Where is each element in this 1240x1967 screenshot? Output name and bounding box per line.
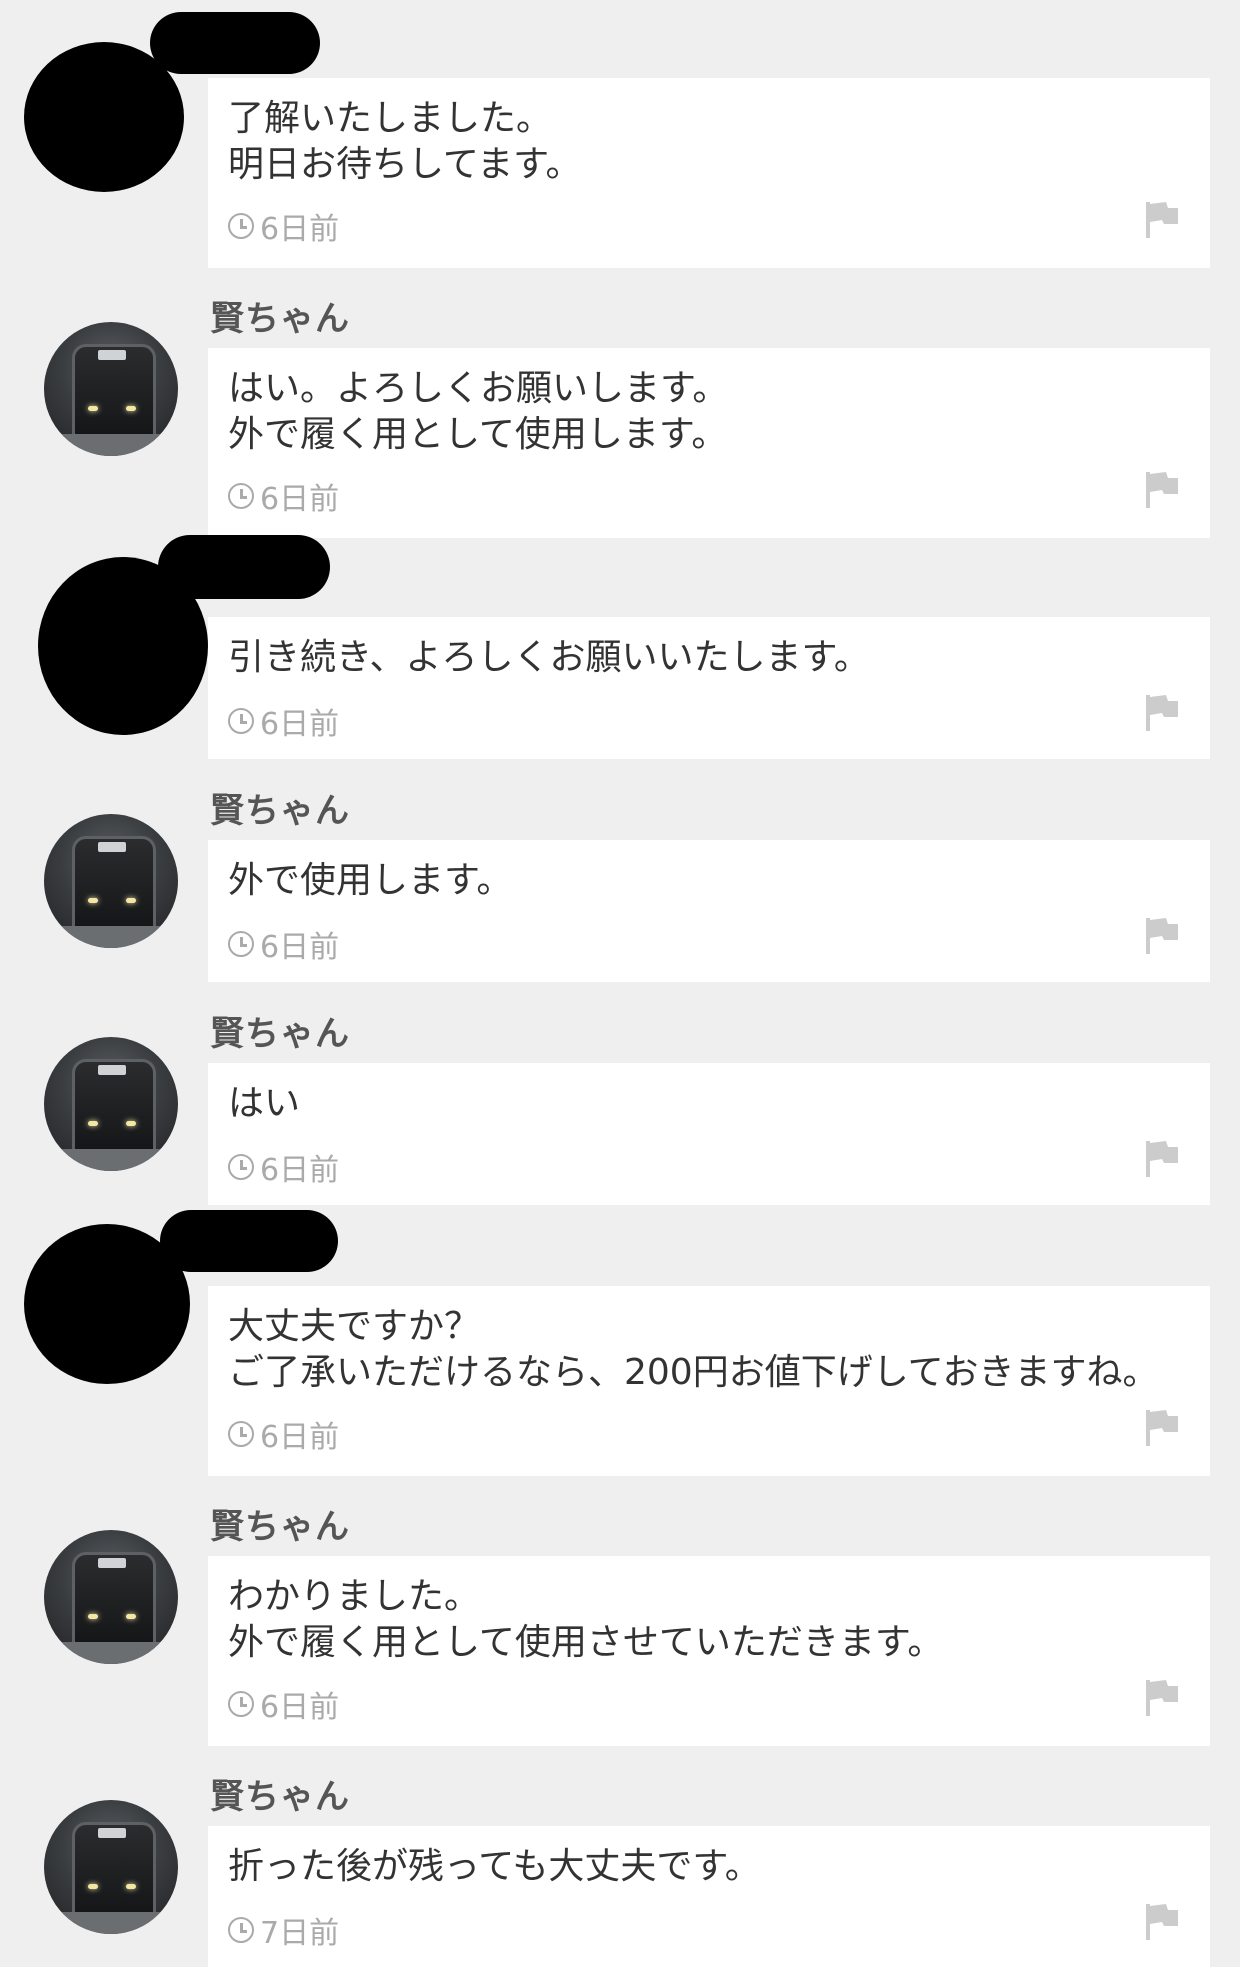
report-flag-icon[interactable] [1144,693,1180,733]
time-label: 6日前 [260,1420,340,1455]
clock-icon [228,708,254,734]
message-bubble: 引き続き、よろしくお願いいたします。 6日前 [208,617,1210,759]
message-time: 6日前 [228,922,339,966]
time-label: 6日前 [260,930,340,965]
report-flag-icon[interactable] [1144,1139,1180,1179]
clock-icon [228,213,254,239]
time-label: 6日前 [260,1690,340,1725]
message-text: はい [228,1083,301,1124]
avatar[interactable] [44,1037,178,1171]
message-bubble: はい。よろしくお願いします。 外で履く用として使用します。 6日前 [208,348,1210,538]
sender-name: 賢ちゃん [210,1507,350,1547]
avatar[interactable] [44,814,178,948]
time-label: 6日前 [260,1153,340,1188]
clock-icon [228,483,254,509]
message-bubble: わかりました。 外で履く用として使用させていただきます。 6日前 [208,1556,1210,1746]
report-flag-icon[interactable] [1144,1408,1180,1448]
message-time: 6日前 [228,699,339,743]
time-label: 6日前 [260,482,340,517]
message-text: わかりました。 外で履く用として使用させていただきます。 [228,1576,944,1663]
message-time: 6日前 [228,474,339,518]
sender-name: 賢ちゃん [210,791,350,831]
message-bubble: はい 6日前 [208,1063,1210,1205]
message-bubble: 了解いたしました。 明日お待ちしてます。 6日前 [208,78,1210,268]
report-flag-icon[interactable] [1144,1678,1180,1718]
clock-icon [228,1691,254,1717]
message-bubble: 大丈夫ですか？ ご了承いただけるなら、200円お値下げしておきますね。 6日前 [208,1286,1210,1476]
sender-name: 賢ちゃん [210,299,350,339]
time-label: 7日前 [260,1916,340,1951]
redacted-name [158,535,330,599]
message-time: 6日前 [228,1412,339,1456]
clock-icon [228,1154,254,1180]
message-text: 折った後が残っても大丈夫です。 [228,1846,761,1887]
report-flag-icon[interactable] [1144,916,1180,956]
time-label: 6日前 [260,707,340,742]
message-time: 7日前 [228,1908,339,1952]
message-time: 6日前 [228,204,339,248]
message-time: 6日前 [228,1682,339,1726]
sender-name: 賢ちゃん [210,1014,350,1054]
message-bubble: 折った後が残っても大丈夫です。 7日前 [208,1826,1210,1967]
sender-name: 賢ちゃん [210,1777,350,1817]
clock-icon [228,1421,254,1447]
avatar[interactable] [44,1530,178,1664]
message-text: 外で使用します。 [228,860,513,901]
report-flag-icon[interactable] [1144,200,1180,240]
message-bubble: 外で使用します。 6日前 [208,840,1210,982]
avatar[interactable] [44,1800,178,1934]
message-time: 6日前 [228,1145,339,1189]
clock-icon [228,1917,254,1943]
clock-icon [228,931,254,957]
time-label: 6日前 [260,212,340,247]
redacted-name [150,12,320,74]
message-text: はい。よろしくお願いします。 外で履く用として使用します。 [228,368,729,455]
message-text: 了解いたしました。 明日お待ちしてます。 [228,98,582,185]
report-flag-icon[interactable] [1144,470,1180,510]
redacted-name [160,1210,338,1272]
message-text: 引き続き、よろしくお願いいたします。 [228,637,870,678]
report-flag-icon[interactable] [1144,1902,1180,1942]
message-text: 大丈夫ですか？ ご了承いただけるなら、200円お値下げしておきますね。 [228,1306,1159,1393]
avatar[interactable] [44,322,178,456]
